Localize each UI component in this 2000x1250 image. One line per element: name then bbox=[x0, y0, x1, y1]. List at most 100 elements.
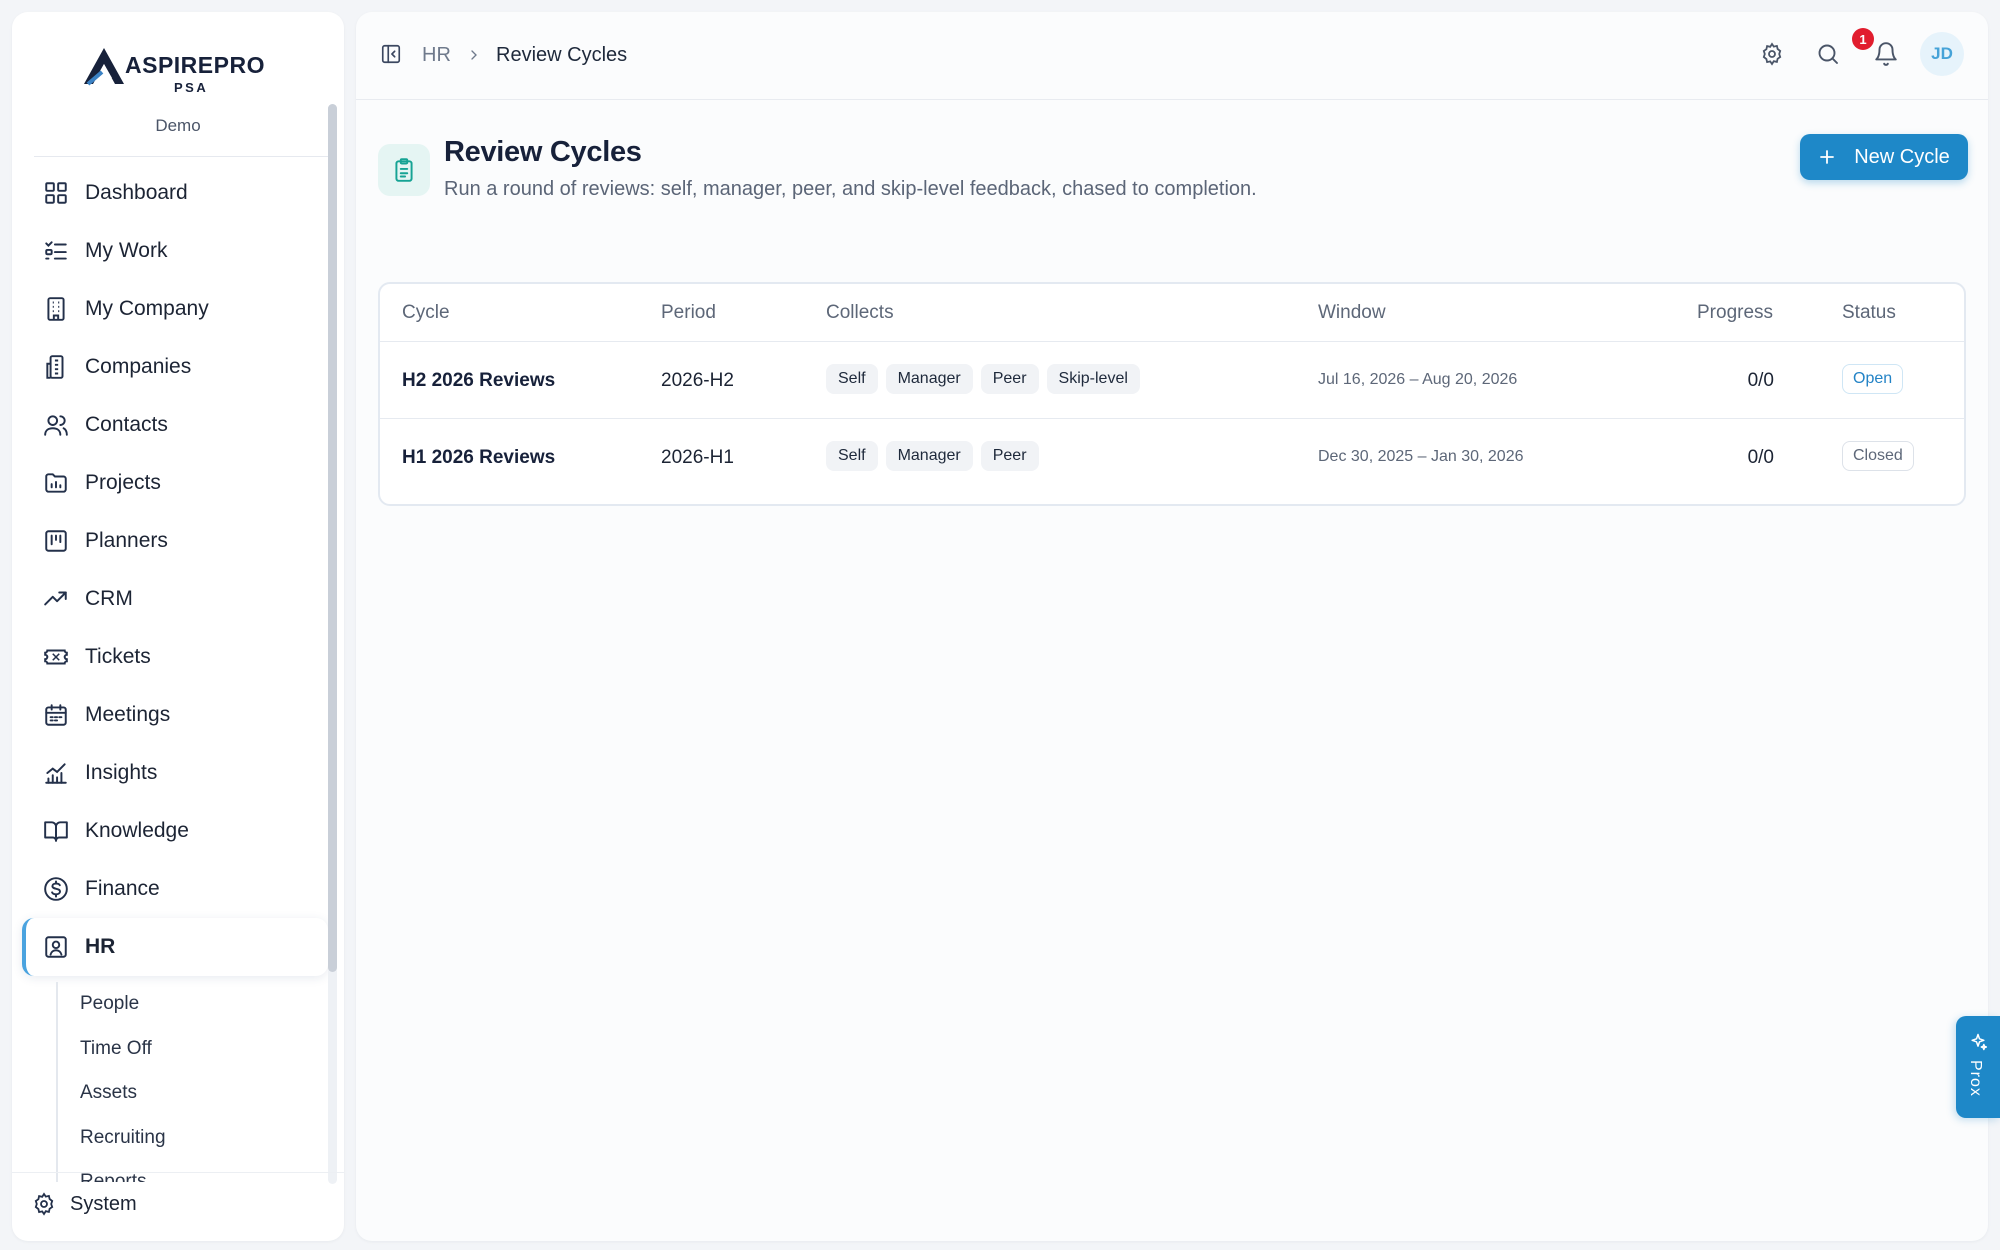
sidebar: ASPIREPRO PSA Demo Dashboard My Work My … bbox=[12, 12, 344, 1241]
prox-assistant-tab[interactable]: Prox bbox=[1956, 1016, 2000, 1118]
subnav-item-recruiting[interactable]: Recruiting bbox=[58, 1116, 326, 1161]
sidebar-item-hr[interactable]: HR bbox=[22, 918, 328, 976]
book-open-icon bbox=[44, 821, 68, 842]
sidebar-scrollbar-thumb[interactable] bbox=[328, 104, 337, 972]
workspace-name[interactable]: Demo bbox=[32, 116, 324, 136]
table-row[interactable]: H1 2026 Reviews 2026-H1 Self Manager Pee… bbox=[380, 418, 1964, 494]
topbar: HR Review Cycles 1 JD bbox=[356, 12, 1988, 100]
new-cycle-label: New Cycle bbox=[1854, 145, 1950, 168]
sidebar-item-knowledge[interactable]: Knowledge bbox=[22, 802, 328, 860]
collect-chip: Peer bbox=[980, 364, 1039, 394]
column-header-progress[interactable]: Progress bbox=[1697, 302, 1773, 324]
subnav-item-people[interactable]: People bbox=[58, 982, 326, 1027]
sidebar-item-label: Meetings bbox=[85, 703, 171, 726]
subnav-item-reports[interactable]: Reports bbox=[58, 1160, 326, 1182]
page-subtitle: Run a round of reviews: self, manager, p… bbox=[444, 178, 1257, 200]
sidebar-item-label: Projects bbox=[85, 471, 161, 494]
review-cycles-table: Cycle Period Collects Window Progress St… bbox=[378, 282, 1966, 506]
bell-icon[interactable] bbox=[1873, 41, 1899, 67]
column-header-window[interactable]: Window bbox=[1318, 302, 1386, 324]
buildings-icon bbox=[46, 355, 64, 379]
subnav-item-time-off[interactable]: Time Off bbox=[58, 1027, 326, 1072]
collect-chip: Manager bbox=[885, 441, 973, 471]
cycle-progress: 0/0 bbox=[1747, 370, 1774, 391]
clipboard-list-icon bbox=[378, 144, 430, 196]
kanban-icon bbox=[45, 530, 67, 552]
new-cycle-button[interactable]: New Cycle bbox=[1800, 134, 1968, 180]
sidebar-item-tickets[interactable]: Tickets bbox=[22, 628, 328, 686]
sidebar-item-label: Companies bbox=[85, 355, 192, 378]
cycle-period: 2026-H1 bbox=[661, 447, 734, 468]
table-header: Cycle Period Collects Window Progress St… bbox=[380, 284, 1964, 342]
brand-name: ASPIREPRO bbox=[125, 52, 265, 78]
search-icon[interactable] bbox=[1816, 42, 1840, 66]
sidebar-item-label: CRM bbox=[85, 587, 133, 610]
column-header-cycle[interactable]: Cycle bbox=[402, 302, 450, 324]
contact-badge-icon bbox=[45, 936, 67, 958]
page-title: Review Cycles bbox=[444, 136, 642, 168]
cycle-name[interactable]: H1 2026 Reviews bbox=[402, 447, 555, 469]
sidebar-item-label: Finance bbox=[85, 877, 160, 900]
status-badge: Closed bbox=[1842, 441, 1914, 471]
chevron-right-icon bbox=[471, 50, 477, 60]
cycle-period: 2026-H2 bbox=[661, 370, 734, 391]
sidebar-item-projects[interactable]: Projects bbox=[22, 454, 328, 512]
dashboard-icon bbox=[45, 182, 67, 204]
breadcrumb-parent[interactable]: HR bbox=[422, 44, 451, 67]
users-icon bbox=[44, 415, 68, 436]
breadcrumb-current: Review Cycles bbox=[496, 44, 628, 66]
list-check-icon bbox=[45, 241, 67, 260]
sidebar-item-label: HR bbox=[85, 935, 116, 958]
collect-chip: Self bbox=[826, 441, 878, 471]
folder-chart-icon bbox=[45, 473, 67, 493]
collects-chips: Self Manager Peer bbox=[826, 441, 1039, 471]
prox-label: Prox bbox=[1967, 1060, 1984, 1097]
column-header-period[interactable]: Period bbox=[661, 302, 716, 324]
sidebar-item-label: Tickets bbox=[85, 645, 151, 668]
sidebar-nav: Dashboard My Work My Company Companies C… bbox=[22, 164, 328, 976]
cycle-window: Dec 30, 2025 – Jan 30, 2026 bbox=[1318, 448, 1524, 465]
sidebar-toggle-icon[interactable] bbox=[380, 43, 402, 65]
dollar-circle-icon bbox=[44, 877, 68, 901]
user-avatar[interactable]: JD bbox=[1920, 32, 1964, 76]
collect-chip: Self bbox=[826, 364, 878, 394]
main-panel: HR Review Cycles 1 JD Review Cycles Run … bbox=[356, 12, 1988, 1241]
brand-subtitle: PSA bbox=[174, 80, 209, 95]
sidebar-item-crm[interactable]: CRM bbox=[22, 570, 328, 628]
notification-count-badge: 1 bbox=[1852, 28, 1874, 50]
status-badge: Open bbox=[1842, 364, 1904, 394]
sidebar-item-insights[interactable]: Insights bbox=[22, 744, 328, 802]
sidebar-item-label: My Company bbox=[85, 297, 209, 320]
collect-chip: Manager bbox=[885, 364, 973, 394]
hr-subnav: People Time Off Assets Recruiting Report… bbox=[56, 982, 326, 1182]
table-row[interactable]: H2 2026 Reviews 2026-H2 Self Manager Pee… bbox=[380, 342, 1964, 418]
column-header-collects[interactable]: Collects bbox=[826, 302, 894, 324]
sidebar-item-my-work[interactable]: My Work bbox=[22, 222, 328, 280]
settings-gear-icon[interactable] bbox=[1760, 42, 1784, 66]
sidebar-item-my-company[interactable]: My Company bbox=[22, 280, 328, 338]
sidebar-item-label: Contacts bbox=[85, 413, 168, 436]
sidebar-item-contacts[interactable]: Contacts bbox=[22, 396, 328, 454]
sidebar-item-planners[interactable]: Planners bbox=[22, 512, 328, 570]
sidebar-item-dashboard[interactable]: Dashboard bbox=[22, 164, 328, 222]
collect-chip: Peer bbox=[980, 441, 1039, 471]
gear-icon bbox=[34, 1192, 54, 1216]
cycle-progress: 0/0 bbox=[1747, 447, 1774, 468]
column-header-status[interactable]: Status bbox=[1842, 302, 1896, 324]
sidebar-item-label: Insights bbox=[85, 761, 158, 784]
cycle-name[interactable]: H2 2026 Reviews bbox=[402, 370, 555, 392]
sidebar-item-finance[interactable]: Finance bbox=[22, 860, 328, 918]
sidebar-item-label: My Work bbox=[85, 239, 168, 262]
sidebar-item-meetings[interactable]: Meetings bbox=[22, 686, 328, 744]
sidebar-item-label: Planners bbox=[85, 529, 168, 552]
trending-up-icon bbox=[44, 591, 67, 606]
bar-chart-icon bbox=[45, 763, 67, 784]
sidebar-item-label: System bbox=[70, 1192, 137, 1215]
cycle-window: Jul 16, 2026 – Aug 20, 2026 bbox=[1318, 371, 1518, 388]
sparkles-icon bbox=[1971, 1033, 1988, 1051]
collect-chip: Skip-level bbox=[1046, 364, 1140, 394]
subnav-item-assets[interactable]: Assets bbox=[58, 1071, 326, 1116]
sidebar-item-system[interactable]: System bbox=[32, 1192, 137, 1216]
sidebar-item-label: Knowledge bbox=[85, 819, 189, 842]
sidebar-item-companies[interactable]: Companies bbox=[22, 338, 328, 396]
